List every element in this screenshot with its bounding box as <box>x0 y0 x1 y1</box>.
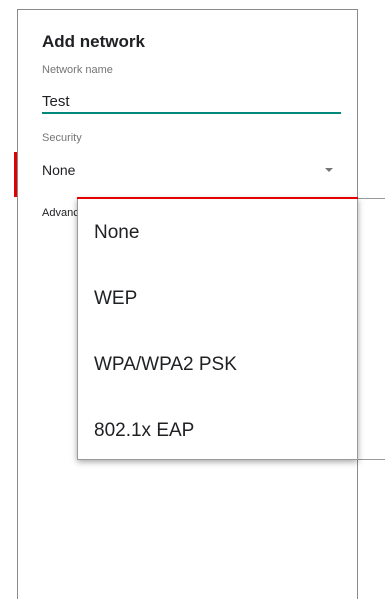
security-option-wpa-wpa2-psk[interactable]: WPA/WPA2 PSK <box>78 332 357 398</box>
security-selected-value: None <box>42 162 76 178</box>
security-dropdown-menu: None WEP WPA/WPA2 PSK 802.1x EAP <box>77 198 358 460</box>
security-select[interactable]: None <box>42 159 341 183</box>
network-name-input[interactable] <box>42 90 341 114</box>
network-name-label: Network name <box>42 64 113 76</box>
popup-edge <box>357 198 385 460</box>
security-option-8021x-eap[interactable]: 802.1x EAP <box>78 398 357 464</box>
security-option-none[interactable]: None <box>78 200 357 266</box>
security-label: Security <box>42 132 82 144</box>
dialog-title: Add network <box>42 32 145 51</box>
security-option-wep[interactable]: WEP <box>78 266 357 332</box>
selection-indicator-line <box>77 197 358 199</box>
chevron-down-icon <box>325 168 333 172</box>
focus-marker <box>14 152 17 197</box>
